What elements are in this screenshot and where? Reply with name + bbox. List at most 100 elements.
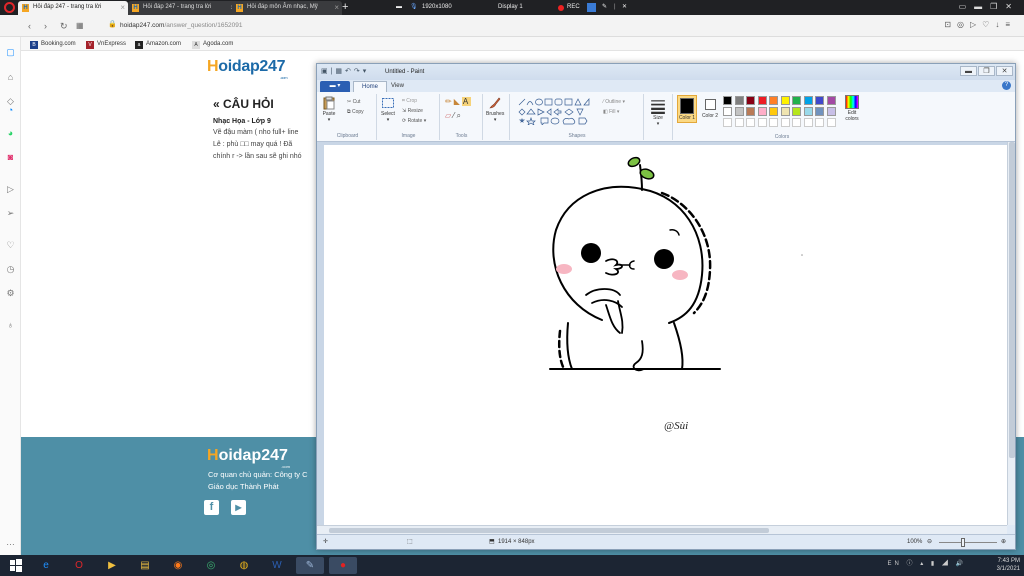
palette-empty-swatch[interactable] <box>780 118 790 127</box>
palette-color-swatch[interactable] <box>723 96 732 105</box>
bookmark-vnexpress[interactable]: V VnExpress <box>86 39 126 49</box>
zoom-in-icon[interactable]: ⊕ <box>1001 535 1006 550</box>
zoom-out-icon[interactable]: ⊖ <box>927 535 932 550</box>
palette-color-swatch[interactable] <box>734 96 744 105</box>
palette-color-swatch[interactable] <box>826 96 836 105</box>
zoom-slider-thumb[interactable] <box>961 538 965 547</box>
bookmark-amazon[interactable]: a Amazon.com <box>135 39 181 49</box>
whatsapp-icon[interactable]: ◕ <box>5 128 16 139</box>
taskbar-opera-icon[interactable]: O <box>65 557 93 574</box>
browser-tab-3[interactable]: H Hỏi đáp môn Âm nhạc, Mỹ × <box>232 1 342 15</box>
palette-empty-swatch[interactable] <box>826 118 836 127</box>
fill-bucket-icon[interactable]: ◣ <box>454 97 462 106</box>
facebook-icon[interactable]: f <box>204 500 219 515</box>
palette-color-swatch[interactable] <box>792 96 801 105</box>
minimize-recorder-icon[interactable]: ▬ <box>396 0 402 15</box>
palette-color-swatch[interactable] <box>826 107 836 116</box>
windows-start-icon[interactable] <box>4 557 28 574</box>
shapes-gallery[interactable] <box>517 97 599 125</box>
taskbar-explorer-icon[interactable]: ▤ <box>131 557 159 574</box>
bookmark-booking[interactable]: B Booking.com <box>30 39 76 49</box>
palette-color-swatch[interactable] <box>769 96 778 105</box>
pen-icon[interactable]: ✎ <box>602 0 607 15</box>
palette-empty-swatch[interactable] <box>757 118 767 127</box>
select-dropdown-icon[interactable]: ▾ <box>387 117 390 123</box>
eraser-picker-magnifier-tools[interactable]: ▱⁄⌕ <box>445 112 463 120</box>
reload-icon[interactable]: ↻ <box>60 19 68 33</box>
opera-logo-icon[interactable] <box>4 2 15 13</box>
minimize-icon[interactable]: ▬ <box>960 66 977 76</box>
palette-color-swatch[interactable] <box>757 107 767 116</box>
pencil-icon[interactable]: ✏ <box>445 97 454 106</box>
vertical-scrollbar[interactable] <box>1007 142 1015 525</box>
messenger-icon[interactable]: ◔ <box>5 105 16 116</box>
quick-access-toolbar[interactable]: ▣|▦↶↷▾ <box>321 67 369 77</box>
palette-empty-swatch[interactable] <box>734 118 744 127</box>
help-icon[interactable]: ? <box>1002 81 1011 90</box>
edit-colors-button[interactable]: Edit colors <box>841 95 863 122</box>
brushes-button[interactable]: Brushes ▾ <box>486 96 504 123</box>
horizontal-scroll-thumb[interactable] <box>329 528 769 533</box>
paste-dropdown-icon[interactable]: ▾ <box>328 117 331 123</box>
cut-button[interactable]: ✂ Cut <box>347 98 360 106</box>
eraser-icon[interactable]: ▱ <box>445 111 453 120</box>
palette-color-swatch[interactable] <box>757 96 767 105</box>
resize-button[interactable]: ⇲ Resize <box>402 107 423 115</box>
history-icon[interactable]: ◷ <box>5 264 16 275</box>
lock-icon[interactable]: 🔒 <box>108 20 117 29</box>
close-tab-icon[interactable]: × <box>334 1 339 14</box>
palette-empty-swatch[interactable] <box>746 118 755 127</box>
youtube-icon[interactable]: ▶ <box>231 500 246 515</box>
settings-gear-icon[interactable]: ⚙ <box>5 288 16 299</box>
browser-tab-2[interactable]: H Hỏi đáp 247 - trang tra lời × <box>128 1 238 15</box>
palette-empty-swatch[interactable] <box>769 118 778 127</box>
palette-color-swatch[interactable] <box>803 96 813 105</box>
file-menu-button[interactable]: ▬ ▾ <box>320 81 350 92</box>
speed-dial-icon[interactable]: ▦ <box>76 19 84 33</box>
palette-color-swatch[interactable] <box>780 107 790 116</box>
color2-button[interactable]: Color 2 <box>700 95 720 119</box>
taskbar-chrome-icon[interactable]: ◍ <box>230 557 258 574</box>
palette-color-swatch[interactable] <box>723 107 732 116</box>
forward-icon[interactable]: › <box>44 19 47 33</box>
workspace-icon[interactable]: ▢ <box>5 47 16 58</box>
size-button[interactable]: Size ▾ <box>649 98 667 127</box>
pencil-fill-text-tools[interactable]: ✏◣A <box>445 97 472 106</box>
new-tab-button[interactable]: + <box>342 1 348 14</box>
select-button[interactable]: Select ▾ <box>381 96 395 123</box>
palette-color-swatch[interactable] <box>734 107 744 116</box>
taskbar-word-icon[interactable]: W <box>263 557 291 574</box>
vertical-scroll-thumb[interactable] <box>1009 142 1015 458</box>
palette-color-swatch[interactable] <box>803 107 813 116</box>
site-logo[interactable]: Hoidap247 .com <box>207 58 288 80</box>
copy-button[interactable]: ⧉ Copy <box>347 108 364 116</box>
maximize-icon[interactable]: ❐ <box>978 66 995 76</box>
close-tab-icon[interactable]: × <box>120 1 125 14</box>
address-toolbar-icons[interactable]: ⊡◎▷♡↓≡ <box>944 20 1016 29</box>
palette-color-swatch[interactable] <box>746 96 755 105</box>
palette-empty-swatch[interactable] <box>723 118 732 127</box>
player-icon[interactable]: ▷ <box>5 184 16 195</box>
paste-button[interactable]: Paste ▾ <box>322 96 336 123</box>
palette-color-swatch[interactable] <box>815 96 824 105</box>
rotate-button[interactable]: ⟳ Rotate ▾ <box>402 117 426 125</box>
palette-color-swatch[interactable] <box>769 107 778 116</box>
color1-button[interactable]: Color 1 <box>677 95 697 123</box>
zoom-slider[interactable] <box>939 542 997 543</box>
taskbar-media-icon[interactable]: ▶ <box>98 557 126 574</box>
home-icon[interactable]: ⌂ <box>5 72 16 83</box>
palette-color-swatch[interactable] <box>780 96 790 105</box>
magnifier-icon[interactable]: ⌕ <box>457 111 463 120</box>
palette-color-swatch[interactable] <box>792 107 801 116</box>
system-clock[interactable]: 7:43 PM 3/1/2021 <box>997 557 1020 574</box>
microphone-icon[interactable]: 🎙 <box>410 0 418 15</box>
taskbar-paint-icon[interactable]: ✎ <box>296 557 324 574</box>
palette-color-swatch[interactable] <box>815 107 824 116</box>
footer-logo[interactable]: Hoidap247 .com <box>207 447 290 469</box>
lightbulb-icon[interactable]: ♁ <box>5 320 16 331</box>
paint-window-controls[interactable]: ▬ ❐ ✕ <box>959 66 1013 77</box>
taskbar-firefox-icon[interactable]: ◉ <box>164 557 192 574</box>
bookmark-agoda[interactable]: A Agoda.com <box>192 39 233 49</box>
palette-empty-swatch[interactable] <box>815 118 824 127</box>
taskbar-green-app-icon[interactable]: ◎ <box>197 557 225 574</box>
